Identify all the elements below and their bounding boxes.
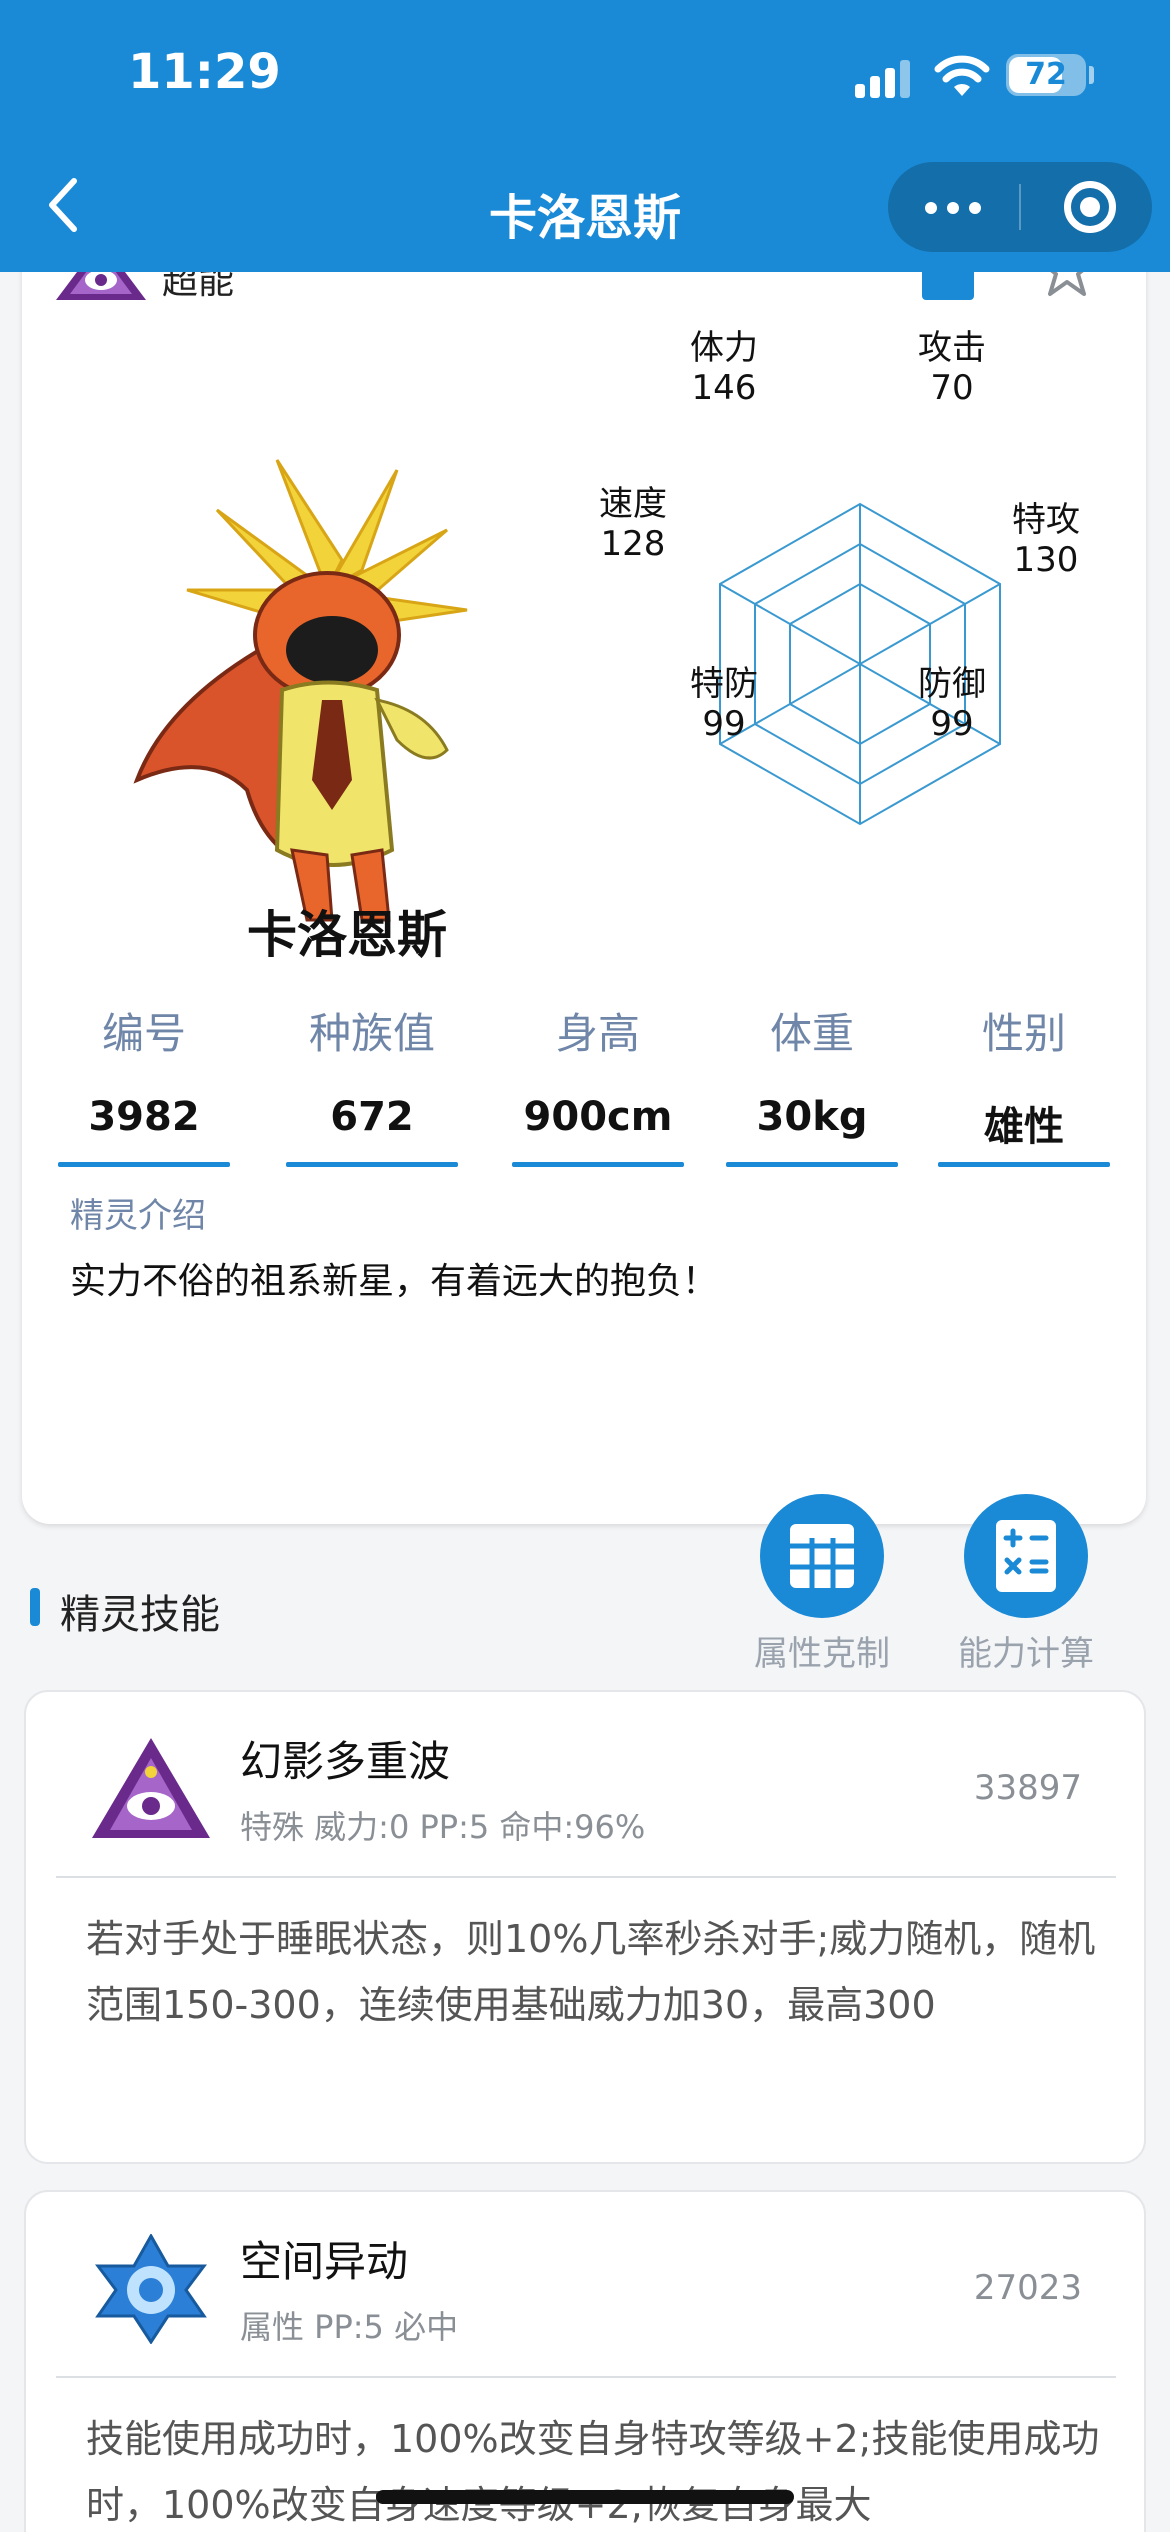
info-number-value: 3982: [88, 1094, 200, 1140]
info-base-stat-total-value: 672: [330, 1094, 414, 1140]
stat-attack-label: 攻击: [918, 328, 986, 368]
info-base-stat-total: 种族值 672: [286, 1000, 458, 1170]
stat-sp-attack-label: 特攻: [1012, 500, 1080, 540]
stat-sp-defense-label: 特防: [690, 664, 758, 704]
target-icon-dot: [1080, 197, 1100, 217]
info-underline: [938, 1162, 1110, 1167]
skill-card[interactable]: 空间异动 属性 PP:5 必中 27023 技能使用成功时，100%改变自身特攻…: [24, 2190, 1146, 2532]
info-base-stat-total-label: 种族值: [308, 1009, 435, 1058]
section-marker: [30, 1588, 40, 1626]
stat-defense-value: 99: [930, 704, 974, 744]
calculator-icon: [996, 1520, 1056, 1592]
space-type-icon: [95, 2234, 207, 2344]
wifi-icon: [934, 55, 990, 96]
status-time: 11:29: [128, 44, 281, 100]
info-underline: [58, 1162, 230, 1167]
stat-attack-value: 70: [930, 368, 974, 408]
stat-hp: 体力 146: [649, 328, 799, 408]
skill-description: 若对手处于睡眠状态，则10%几率秒杀对手;威力随机，随机范围150-300，连续…: [86, 1917, 1096, 2027]
skill-meta: 特殊 威力:0 PP:5 命中:96%: [240, 1808, 646, 1846]
skills-section-title: 精灵技能: [60, 1592, 220, 1638]
intro-title: 精灵介绍: [70, 1196, 206, 1236]
cellular-signal-icon: [855, 58, 915, 98]
info-number-label: 编号: [101, 1009, 186, 1058]
battery-tip: [1089, 66, 1094, 84]
info-weight: 体重 30kg: [726, 1000, 898, 1170]
info-underline: [512, 1162, 684, 1167]
info-weight-value: 30kg: [756, 1094, 868, 1140]
header: 11:29 72 卡洛恩斯: [0, 0, 1170, 272]
info-number: 编号 3982: [58, 1000, 230, 1170]
capsule-divider: [1019, 184, 1021, 230]
skill-description: 技能使用成功时，100%改变自身特攻等级+2;技能使用成功时，100%改变自身速…: [86, 2417, 1100, 2527]
info-height-value: 900cm: [523, 1094, 673, 1140]
stat-attack: 攻击 70: [877, 328, 1027, 408]
info-gender-value: 雄性: [984, 1104, 1064, 1150]
info-gender-label: 性别: [981, 1009, 1066, 1058]
pet-info-row: 编号 3982 种族值 672 身高 900cm 体重 30kg 性别 雄性: [58, 1000, 1118, 1170]
home-indicator[interactable]: [376, 2490, 794, 2504]
skill-card[interactable]: 幻影多重波 特殊 威力:0 PP:5 命中:96% 33897 若对手处于睡眠状…: [24, 1690, 1146, 2164]
more-button[interactable]: [888, 162, 1018, 252]
psychic-type-icon: [92, 1738, 210, 1838]
type-chart-label: 属性克制: [754, 1634, 890, 1674]
divider: [56, 1876, 1116, 1878]
pet-sprite-image: [133, 459, 468, 922]
close-mini-program-button[interactable]: [1022, 162, 1152, 252]
info-underline: [726, 1162, 898, 1167]
mini-program-capsule: [888, 162, 1152, 252]
type-chart-button[interactable]: 属性克制: [732, 1494, 912, 1694]
stat-defense: 防御 99: [877, 664, 1027, 744]
table-grid-icon: [790, 1524, 854, 1588]
skill-name: 幻影多重波: [240, 1737, 451, 1786]
stat-defense-label: 防御: [918, 664, 986, 704]
stat-sp-defense: 特防 99: [649, 664, 799, 744]
info-height-label: 身高: [555, 1009, 640, 1058]
skill-id: 27023: [973, 2268, 1082, 2308]
pet-name: 卡洛恩斯: [247, 906, 447, 964]
info-weight-label: 体重: [769, 1009, 854, 1058]
skill-name: 空间异动: [240, 2237, 409, 2286]
divider: [56, 2376, 1116, 2378]
skill-id: 33897: [973, 1768, 1082, 1808]
stat-sp-attack: 特攻 130: [971, 500, 1121, 580]
skill-meta: 属性 PP:5 必中: [240, 2308, 459, 2346]
stat-sp-attack-value: 130: [1013, 540, 1079, 580]
stat-speed-value: 128: [600, 524, 666, 564]
stat-calculator-button[interactable]: 能力计算: [936, 1494, 1116, 1694]
info-gender: 性别 雄性: [938, 1000, 1110, 1170]
info-underline: [286, 1162, 458, 1167]
type-chart-circle: [760, 1494, 884, 1618]
stat-sp-defense-value: 99: [702, 704, 746, 744]
battery-icon: 72: [1006, 54, 1086, 96]
calculator-circle: [964, 1494, 1088, 1618]
stat-speed-label: 速度: [599, 484, 667, 524]
stat-hp-label: 体力: [690, 328, 758, 368]
calculator-label: 能力计算: [958, 1634, 1094, 1674]
stat-speed: 速度 128: [558, 484, 708, 564]
stat-hp-value: 146: [691, 368, 757, 408]
pet-info-card: 超能 卡洛恩斯 体力 146 攻击 70 特攻 130 防御 99 特防 99 …: [22, 180, 1146, 1674]
intro-text: 实力不俗的祖系新星，有着远大的抱负！: [70, 1261, 719, 1302]
battery-percent: 72: [1025, 57, 1067, 92]
info-height: 身高 900cm: [512, 1000, 684, 1170]
bookmark-mark: [922, 268, 974, 300]
